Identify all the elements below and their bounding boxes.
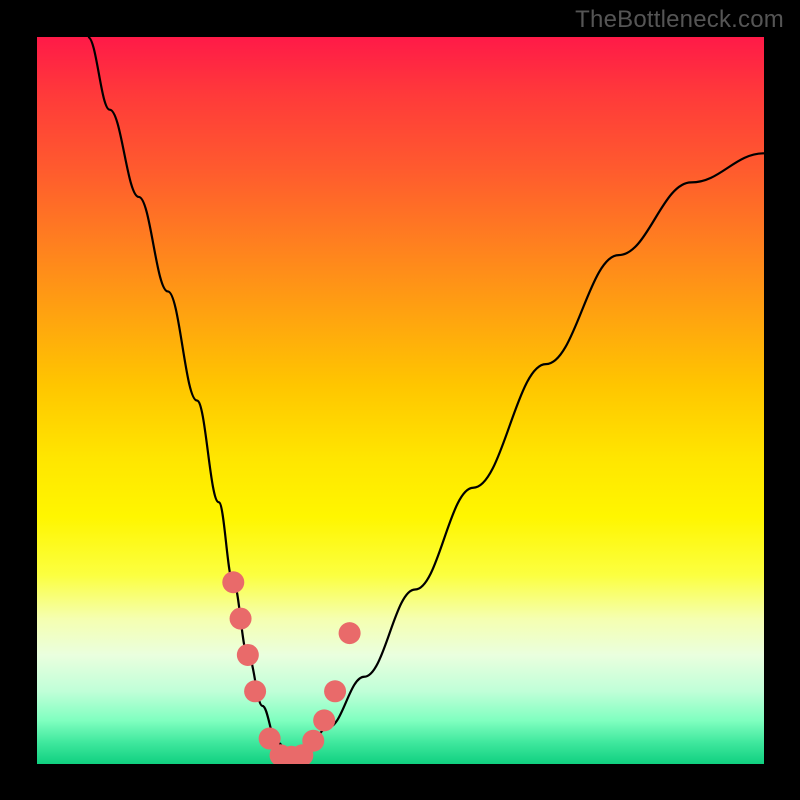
bottleneck-curve bbox=[37, 37, 764, 764]
marker-dot bbox=[339, 622, 361, 644]
plot-area bbox=[37, 37, 764, 764]
marker-dot bbox=[237, 644, 259, 666]
marker-dot bbox=[244, 680, 266, 702]
marker-dot bbox=[222, 571, 244, 593]
marker-dot bbox=[230, 608, 252, 630]
marker-dot bbox=[324, 680, 346, 702]
marker-dot bbox=[313, 709, 335, 731]
marker-dot bbox=[302, 730, 324, 752]
chart-frame: TheBottleneck.com bbox=[0, 0, 800, 800]
watermark-text: TheBottleneck.com bbox=[575, 6, 784, 34]
